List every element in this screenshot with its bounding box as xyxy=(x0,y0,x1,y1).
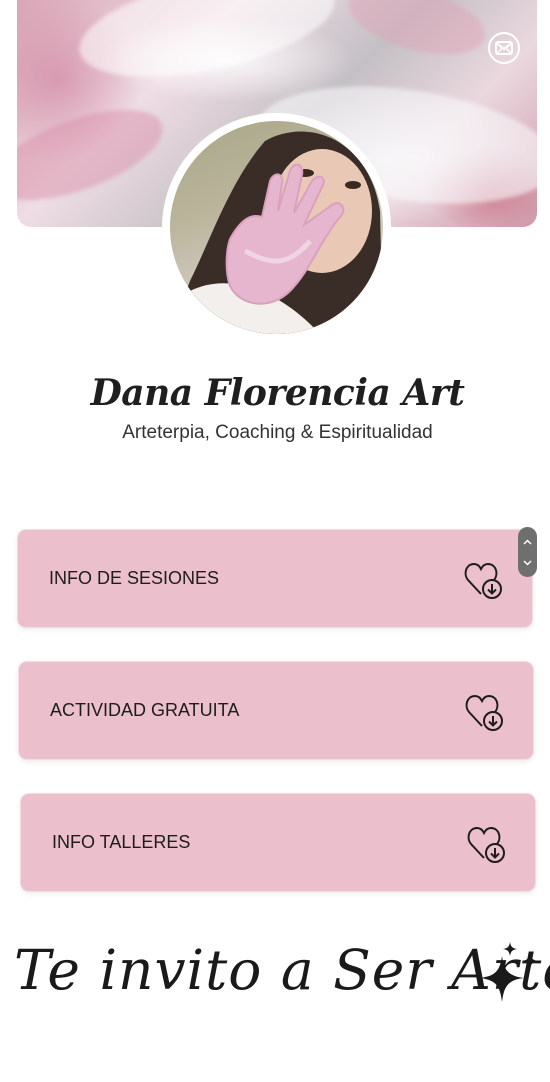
mail-icon xyxy=(495,41,513,55)
scroll-control[interactable] xyxy=(518,527,537,577)
motto-text: Te invito a Ser Arte xyxy=(14,938,550,1002)
profile-name: Dana Florencia Art xyxy=(90,372,465,414)
link-info-talleres[interactable]: INFO TALLERES xyxy=(21,794,535,891)
avatar xyxy=(170,121,383,334)
mail-button[interactable] xyxy=(488,32,520,64)
link-actividad-gratuita[interactable]: ACTIVIDAD GRATUITA xyxy=(19,662,533,759)
link-label: ACTIVIDAD GRATUITA xyxy=(50,700,240,720)
link-info-sesiones[interactable]: INFO DE SESIONES xyxy=(18,530,532,627)
heart-download-icon xyxy=(464,562,502,599)
link-label: INFO DE SESIONES xyxy=(49,568,220,588)
heart-download-icon xyxy=(467,826,505,863)
heart-download-icon xyxy=(465,694,503,731)
sparkle-icon xyxy=(480,942,538,1002)
chevron-down-icon[interactable] xyxy=(523,559,532,566)
chevron-up-icon[interactable] xyxy=(523,538,532,545)
profile-tagline: Arteterpia, Coaching & Espiritualidad xyxy=(122,422,433,443)
link-label: INFO TALLERES xyxy=(52,832,191,852)
